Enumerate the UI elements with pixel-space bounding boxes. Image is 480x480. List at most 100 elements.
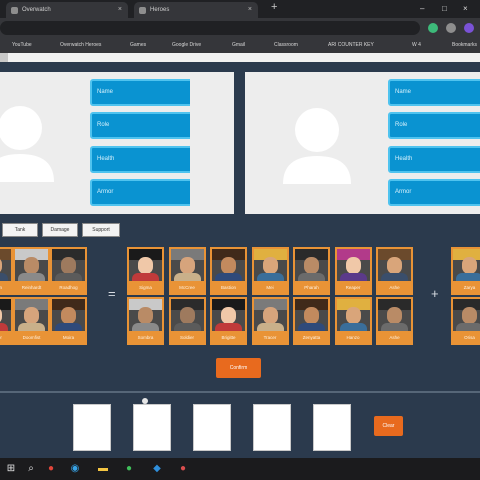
hero-profile-card: Name Role Health Armor [0,72,228,214]
bookmark-item[interactable]: Games [122,38,146,53]
equals-separator: = [108,286,116,301]
hero-card[interactable]: Ashe [376,247,413,295]
bookmark-item[interactable]: YouTube [4,38,32,53]
damage-filter-button[interactable]: Damage [42,223,78,237]
hero-card[interactable]: Hanzo [334,297,372,345]
hero-card[interactable]: Pharah [293,247,330,295]
hero-name: Sombra [137,335,154,340]
bookmark-item[interactable]: Overwatch Heroes [52,38,101,53]
minimize-button[interactable]: – [420,0,424,18]
confirm-button[interactable]: Confirm [216,358,261,378]
page-top-bar [0,53,480,62]
favicon-icon [139,7,146,14]
extension-icon[interactable] [428,23,438,33]
address-bar-row [0,18,480,38]
tank-filter-button[interactable]: Tank [2,223,38,237]
hero-card[interactable]: Reinhardt [13,247,50,295]
hero-card[interactable]: Tracer [251,297,289,345]
hero-card[interactable]: Doomfist [13,297,50,345]
bookmark-item[interactable]: Gmail [224,38,245,53]
hero-card[interactable]: Sombra [127,297,164,345]
hero-portrait [129,249,162,281]
name-field[interactable]: Name [388,79,480,106]
hero-portrait [253,249,287,281]
hero-card[interactable]: Bastion [0,247,13,295]
team-slot[interactable] [193,404,231,451]
browser-tab[interactable]: Heroes × [134,2,258,18]
health-field[interactable]: Health [388,146,480,173]
hero-name: Brigitte [221,335,236,340]
hero-card[interactable]: Mei [251,247,289,295]
hero-card[interactable]: Soldier [168,297,206,345]
hero-card[interactable]: Sigma [127,247,164,295]
divider [0,391,480,393]
new-tab-button[interactable]: + [271,1,277,13]
bookmark-icon [266,43,272,49]
hero-card[interactable]: Orisa [451,297,480,345]
maximize-button[interactable]: □ [442,0,447,18]
hero-portrait [129,299,162,331]
chrome-icon[interactable]: ● [44,462,58,476]
hero-portrait [170,249,204,281]
windows-start-icon[interactable]: ⊞ [4,462,18,476]
hero-portrait [52,299,85,331]
hero-card[interactable]: Roadhog [50,247,87,295]
armor-field[interactable]: Armor [388,179,480,206]
hero-name: Reinhardt [21,285,42,290]
plus-separator: + [431,286,439,301]
hero-card[interactable]: Reaper [0,297,13,345]
hero-name: Reaper [345,285,361,290]
extension-icon[interactable] [446,23,456,33]
close-tab-icon[interactable]: × [248,2,252,18]
clear-button[interactable]: Clear [374,416,403,436]
hero-card[interactable]: Brigitte [210,297,247,345]
hero-card[interactable]: Ashe [376,297,413,345]
browser-tab[interactable]: Overwatch × [6,2,128,18]
search-icon[interactable]: ⌕ [24,462,38,476]
hero-portrait [295,249,328,281]
bookmark-icon [52,43,58,49]
bookmark-item[interactable]: ARI COUNTER KEY [320,38,374,53]
card-extension [190,72,234,214]
bookmark-icon [224,43,230,49]
hero-portrait [378,299,411,331]
bookmark-item[interactable]: Google Drive [164,38,201,53]
support-filter-button[interactable]: Support [82,223,120,237]
hero-card[interactable]: McCree [168,247,206,295]
page-edge [0,53,8,62]
close-tab-icon[interactable]: × [118,2,122,18]
favicon-icon [11,7,18,14]
hero-card[interactable]: Moira [50,297,87,345]
team-slot[interactable] [73,404,111,451]
team-slot[interactable] [313,404,351,451]
file-explorer-icon[interactable]: ▬ [96,462,110,476]
hero-portrait [453,299,480,331]
hero-card[interactable]: Zarya [451,247,480,295]
hero-name: Zenyatta [302,335,321,340]
vscode-icon[interactable]: ◆ [150,462,164,476]
user-placeholder-icon [0,106,54,182]
edge-icon[interactable]: ◉ [68,462,82,476]
team-slot[interactable] [133,404,171,451]
hero-card[interactable]: Bastion [210,247,247,295]
hero-name: Sigma [139,285,152,290]
hero-name: Bastion [220,285,236,290]
hero-name: Tracer [263,335,277,340]
bookmark-icon [164,43,170,49]
bookmark-item[interactable]: Classroom [266,38,298,53]
address-bar[interactable] [0,21,420,35]
hero-card[interactable]: Zenyatta [293,297,330,345]
team-slot[interactable] [253,404,291,451]
bookmark-item[interactable]: W 4 [404,38,421,53]
browser-tab-bar: Overwatch × Heroes × + – □ × [0,0,480,18]
role-field[interactable]: Role [388,112,480,139]
chrome-dev-icon[interactable]: ● [176,462,190,476]
close-window-button[interactable]: × [463,0,468,18]
hero-profile-card: Name Role Health Armor [245,72,480,214]
hero-name: Pharah [304,285,319,290]
profile-avatar[interactable] [464,23,474,33]
hero-card[interactable]: Reaper [334,247,372,295]
bookmark-item[interactable]: Bookmarks [444,38,477,53]
bookmark-icon [320,43,326,49]
wechat-icon[interactable]: ● [122,462,136,476]
